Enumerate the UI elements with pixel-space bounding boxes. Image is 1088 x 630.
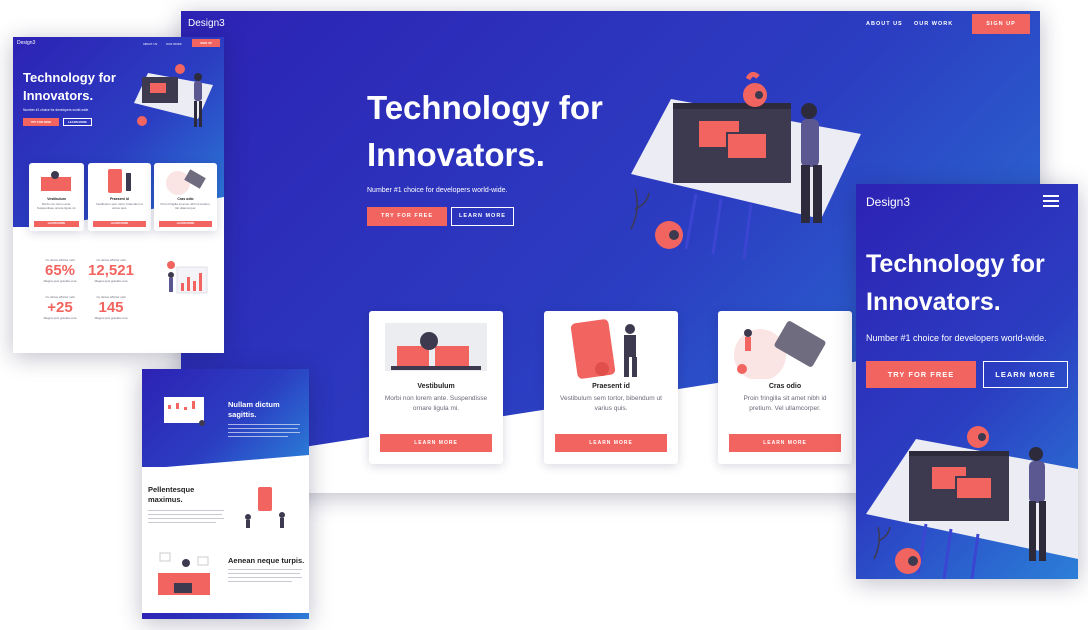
card-title: Vestibulum (417, 383, 455, 390)
stat-block: Cu dictus efficitur velit 65% Magna quis… (35, 258, 85, 283)
hamburger-menu-icon[interactable] (1043, 195, 1059, 207)
stat-sub: Magna quis gravida uma (94, 279, 128, 283)
stat-value: 145 (98, 299, 124, 316)
feature-card: Cras odio Proin fringilla sit amet nibh … (154, 163, 217, 231)
card-text: Proin fringilla sit amet nibh id pretium… (743, 395, 827, 412)
card-learn-more-button[interactable]: LEARN MORE (34, 221, 79, 227)
nav-work[interactable]: OUR WORK (914, 21, 953, 27)
hero-illustration (866, 426, 1078, 579)
card-illustration (570, 319, 637, 379)
learn-more-hero-button[interactable]: LEARN MORE (451, 207, 514, 226)
signup-button[interactable]: SIGN UP (972, 14, 1030, 34)
learn-more-hero-button[interactable]: LEARN MORE (63, 118, 92, 126)
card-illustration (734, 321, 826, 379)
card-learn-more-button[interactable]: LEARN MORE (555, 434, 667, 452)
stats-illustration (167, 261, 208, 294)
try-free-button[interactable]: TRY FOR FREE (866, 361, 976, 388)
feature-title-line1: Aenean neque turpis. (228, 556, 305, 565)
signup-button[interactable]: SIGN UP (192, 39, 220, 47)
feature-card: Praesent id Vestibulum sem tortor, biben… (88, 163, 151, 231)
hero-title-line2: Innovators. (23, 88, 94, 103)
hero-subtitle: Number #1 choice for developers world-wi… (367, 187, 508, 194)
nav-about[interactable]: ABOUT US (143, 42, 157, 46)
card-illustration (385, 323, 487, 371)
feature-card: Vestibulum Morbi non lorem ante. Suspend… (29, 163, 84, 231)
card-learn-more-button[interactable]: LEARN MORE (380, 434, 492, 452)
card-learn-more-button[interactable]: LEARN MORE (159, 221, 212, 227)
nav-work[interactable]: OUR WORK (166, 42, 182, 46)
card-text: Proin fringilla sit amet nibh id pretium… (160, 202, 211, 210)
nav-about[interactable]: ABOUT US (866, 21, 903, 27)
hero-subtitle: Number #1 choice for developers world-wi… (23, 108, 90, 112)
card-text: Vestibulum sem tortor, bibendum ut variu… (560, 395, 662, 412)
feature-page-mockup: Nullam dictum sagittis. Pellentesque max… (142, 369, 309, 619)
card-illustration (108, 169, 131, 193)
feature-card: Vestibulum Morbi non lorem ante. Suspend… (369, 311, 503, 464)
card-title: Vestibulum (47, 197, 66, 201)
feature-title-line1: Pellentesque (148, 485, 195, 494)
tablet-mockup: Design3 ABOUT US OUR WORK SIGN UP Techno… (13, 37, 224, 353)
stat-value: 12,521 (88, 262, 134, 279)
feature-card: Cras odio Proin fringilla sit amet nibh … (718, 311, 852, 464)
stat-sub: Magna quis gravida uma (43, 279, 77, 283)
hero-illustration (630, 71, 861, 260)
hero-title-line1: Technology for (23, 70, 116, 85)
stat-block: Cu dictus efficitur velit +25 Magna quis… (35, 295, 85, 320)
card-title: Cras odio (177, 197, 194, 201)
brand-logo[interactable]: Design3 (17, 40, 35, 46)
feature-illustration (245, 487, 285, 528)
card-learn-more-button[interactable]: LEARN MORE (729, 434, 841, 452)
stat-value: +25 (47, 299, 73, 316)
footer-bar (142, 613, 309, 619)
hero-title-line2: Innovators. (866, 288, 1001, 316)
feature-title-line1: Nullam dictum (228, 400, 280, 409)
card-text: Vestibulum sem tortor, bibendum ut variu… (95, 202, 144, 210)
card-title: Praesent id (592, 383, 630, 390)
stat-value: 65% (44, 262, 76, 279)
hero-title-line2: Innovators. (367, 136, 545, 173)
hero-illustration (134, 64, 213, 127)
card-text: Morbi non lorem ante. Suspendisse ornare… (36, 202, 77, 210)
feature-illustration (164, 397, 205, 426)
hero-title-line1: Technology for (367, 89, 603, 126)
brand-logo[interactable]: Design3 (188, 18, 225, 29)
feature-title-line2: sagittis. (228, 410, 257, 419)
feature-illustration (158, 552, 210, 595)
card-illustration (166, 169, 206, 195)
learn-more-hero-button[interactable]: LEARN MORE (983, 361, 1068, 388)
card-illustration (41, 171, 71, 191)
feature-title-line2: maximus. (148, 495, 183, 504)
hero-subtitle: Number #1 choice for developers world-wi… (866, 333, 1047, 343)
stat-sub: Magna quis gravida uma (94, 316, 128, 320)
hero-title-line1: Technology for (866, 250, 1045, 278)
feature-card: Praesent id Vestibulum sem tortor, biben… (544, 311, 678, 464)
brand-logo[interactable]: Design3 (866, 195, 910, 209)
mobile-mockup: Design3 Technology for Innovators. Numbe… (856, 184, 1078, 579)
stat-block: Cu dictus efficitur velit 12,521 Magna q… (83, 258, 139, 283)
try-free-button[interactable]: TRY FOR FREE (367, 207, 447, 226)
card-text: Morbi non lorem ante. Suspendisse ornare… (384, 395, 488, 412)
stat-block: Cu dictus efficitur velit 145 Magna quis… (83, 295, 139, 320)
try-free-button[interactable]: TRY FOR FREE (23, 118, 59, 126)
card-title: Praesent id (110, 197, 129, 201)
card-title: Cras odio (768, 383, 802, 390)
stat-sub: Magna quis gravida uma (43, 316, 77, 320)
card-learn-more-button[interactable]: LEARN MORE (93, 221, 146, 227)
